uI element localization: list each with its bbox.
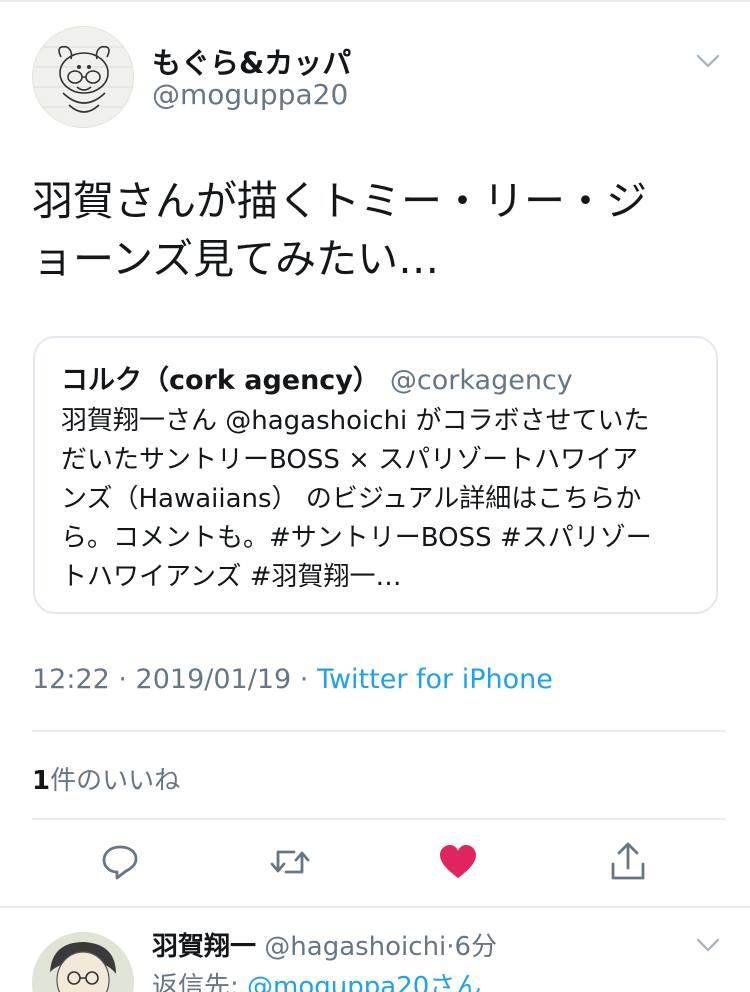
reply-to-label: 返信先: — [152, 972, 248, 992]
quoted-author: コルク（cork agency） @corkagency — [61, 358, 573, 397]
reply-avatar[interactable] — [32, 932, 134, 992]
divider — [32, 818, 725, 820]
quoted-tweet-text: 羽賀翔一さん @hagashoichi がコラボさせていた だいたサントリーBO… — [61, 402, 701, 597]
reply-button[interactable] — [98, 840, 142, 884]
tweet-text-line: 羽賀さんが描くトミー・リー・ジ — [32, 177, 647, 225]
reply-to-mention[interactable]: @moguppa20さん — [247, 972, 481, 992]
tweet-meta: 12:22 · 2019/01/19 · Twitter for iPhone — [32, 664, 553, 695]
retweet-icon — [270, 850, 310, 874]
author-avatar[interactable] — [32, 26, 134, 128]
quoted-author-handle: @corkagency — [389, 365, 573, 396]
reply-time: ·6分 — [446, 932, 498, 962]
chevron-down-icon[interactable] — [690, 930, 726, 960]
tweet-source-link[interactable]: Twitter for iPhone — [317, 664, 553, 695]
divider — [0, 906, 750, 908]
likes-number: 1 — [32, 766, 51, 796]
divider — [32, 730, 725, 732]
share-button[interactable] — [606, 840, 650, 884]
tweet-timestamp: 12:22 · 2019/01/19 · — [32, 664, 317, 695]
tweet-text: 羽賀さんが描くトミー・リー・ジ ョーンズ見てみたい… — [32, 172, 722, 288]
author-handle[interactable]: @moguppa20 — [152, 78, 348, 111]
share-icon — [611, 842, 645, 880]
reply-icon — [102, 845, 138, 880]
retweet-button[interactable] — [268, 840, 312, 884]
tweet-text-line: ョーンズ見てみたい… — [32, 235, 440, 283]
likes-label: 件のいいね — [50, 766, 181, 796]
person-sketch-icon — [32, 932, 134, 992]
dog-sketch-icon — [33, 27, 133, 127]
author-name[interactable]: もぐら&カッパ — [152, 40, 351, 82]
chevron-down-icon[interactable] — [690, 46, 726, 76]
like-button[interactable] — [436, 840, 480, 884]
reply-author[interactable]: 羽賀翔一 @hagashoichi·6分 — [152, 926, 497, 963]
top-divider — [0, 0, 750, 2]
quoted-text-line: ンズ（Hawaiians） のビジュアル詳細はこちらか — [61, 484, 642, 514]
reply-author-handle: @hagashoichi — [264, 932, 447, 962]
quoted-text-line: 羽賀翔一さん @hagashoichi がコラボさせていた — [61, 406, 650, 436]
reply-to-line: 返信先: @moguppa20さん — [152, 966, 481, 992]
quoted-tweet-card[interactable]: コルク（cork agency） @corkagency 羽賀翔一さん @haga… — [33, 336, 718, 614]
reply-author-name: 羽賀翔一 — [152, 932, 257, 962]
quoted-text-line: トハワイアンズ #羽賀翔一… — [61, 562, 402, 592]
heart-icon — [440, 845, 476, 878]
quoted-author-name: コルク（cork agency） — [61, 365, 380, 396]
likes-count[interactable]: 1件のいいね — [32, 760, 180, 797]
quoted-text-line: だいたサントリーBOSS × スパリゾートハワイア — [61, 445, 639, 475]
quoted-text-line: ら。コメントも。#サントリーBOSS #スパリゾー — [61, 523, 652, 553]
